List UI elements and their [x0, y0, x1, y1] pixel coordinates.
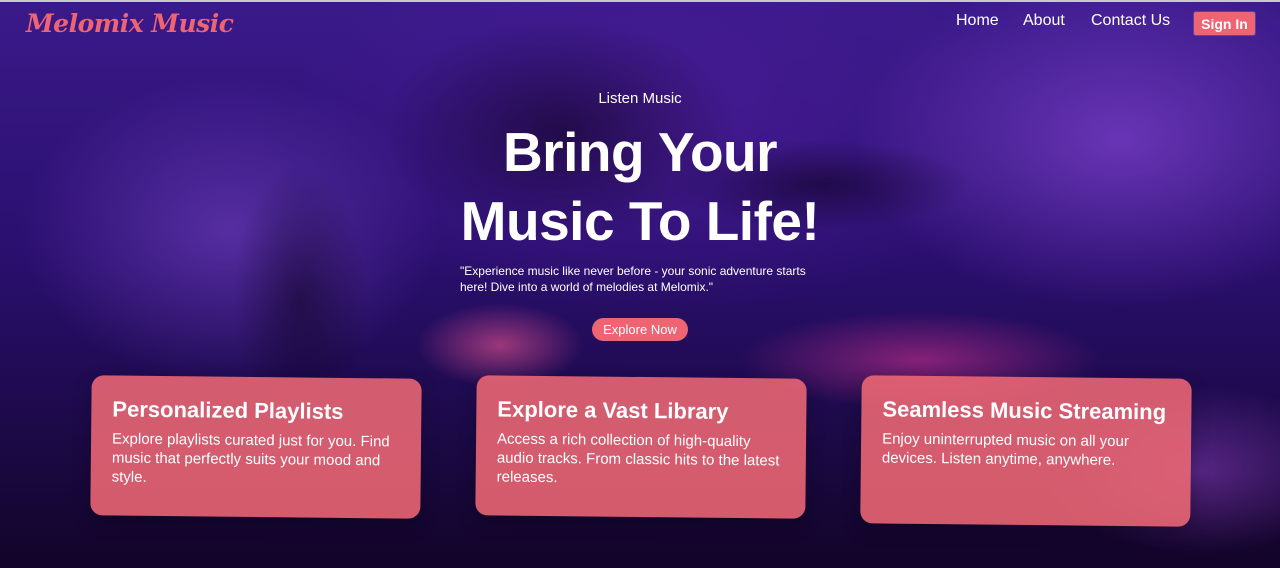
headline-line-1: Bring Your	[502, 121, 778, 183]
card-text: Enjoy uninterrupted music on all your de…	[881, 430, 1129, 469]
card-title: Explore a Vast Library	[497, 396, 729, 424]
headline-line-2: Music To Life!	[460, 190, 820, 252]
feature-card-library: Explore a Vast Library Access a rich col…	[475, 375, 807, 519]
top-border	[0, 0, 1280, 2]
card-title: Personalized Playlists	[112, 396, 344, 424]
hero-eyebrow: Listen Music	[598, 90, 682, 107]
sign-in-button[interactable]: Sign In	[1194, 12, 1255, 35]
site-logo[interactable]: Melomix Music	[26, 9, 234, 38]
feature-card-streaming: Seamless Music Streaming Enjoy uninterru…	[860, 375, 1192, 527]
card-text: Access a rich collection of high-quality…	[496, 430, 780, 487]
feature-card-playlists: Personalized Playlists Explore playlists…	[90, 375, 422, 519]
hero-tagline: "Experience music like never before - yo…	[460, 264, 806, 294]
nav-about-link[interactable]: About	[1023, 12, 1065, 30]
hero-headline: Bring Your Music To Life!	[340, 118, 940, 256]
nav-contact-link[interactable]: Contact Us	[1091, 12, 1170, 30]
card-title: Seamless Music Streaming	[882, 396, 1167, 425]
nav-home-link[interactable]: Home	[956, 12, 999, 30]
explore-now-button[interactable]: Explore Now	[592, 318, 688, 341]
card-text: Explore playlists curated just for you. …	[111, 430, 390, 486]
